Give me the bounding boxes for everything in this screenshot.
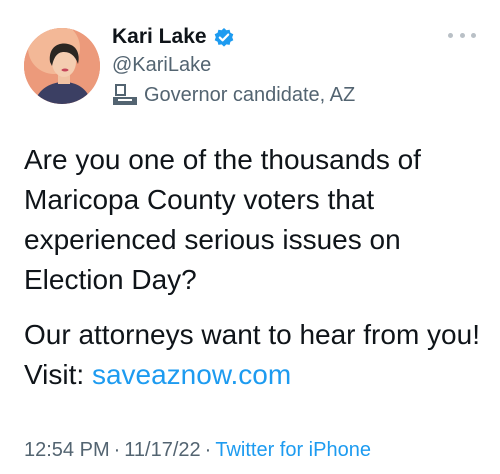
tweet-card: Kari Lake @KariLake Governor candidate, … [0, 0, 500, 474]
tweet-link[interactable]: saveaznow.com [92, 359, 291, 390]
more-options-icon[interactable] [448, 28, 476, 42]
tweet-body: Are you one of the thousands of Maricopa… [24, 140, 484, 395]
meta-separator: · [204, 439, 212, 461]
government-building-icon [112, 83, 138, 107]
tweet-meta: 12:54 PM · 11/17/22 · Twitter for iPhone [24, 437, 371, 463]
tweet-paragraph-1: Are you one of the thousands of Maricopa… [24, 144, 421, 295]
verified-badge-icon [213, 26, 235, 48]
meta-separator: · [113, 439, 121, 461]
author-name-row: Kari Lake [112, 24, 235, 50]
affiliation-text: Governor candidate, AZ [144, 84, 356, 106]
affiliation-label: Governor candidate, AZ [112, 82, 355, 108]
avatar[interactable] [24, 28, 100, 104]
tweet-date[interactable]: 11/17/22 [124, 439, 200, 461]
author-handle[interactable]: @KariLake [112, 52, 211, 78]
tweet-source[interactable]: Twitter for iPhone [215, 439, 371, 461]
display-name[interactable]: Kari Lake [112, 24, 207, 50]
tweet-paragraph-2: Our attorneys want to hear from you! Vis… [24, 315, 484, 395]
tweet-time[interactable]: 12:54 PM [24, 439, 110, 461]
